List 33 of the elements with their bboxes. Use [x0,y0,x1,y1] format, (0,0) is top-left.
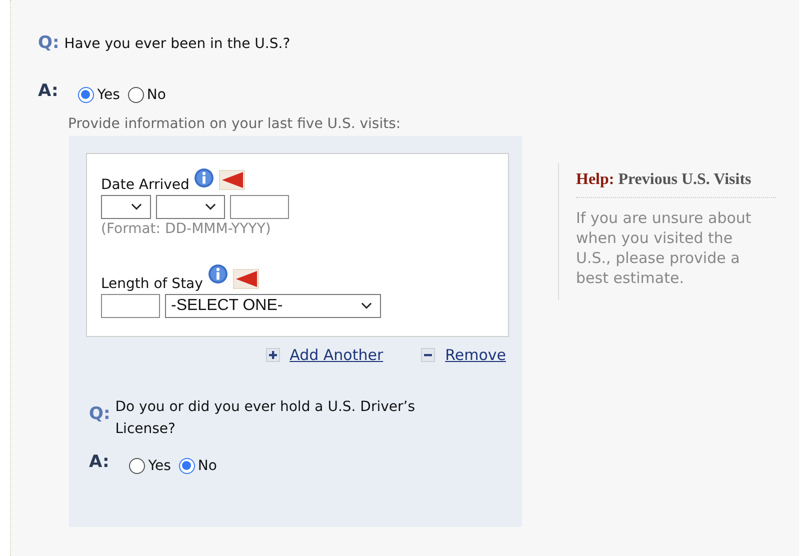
field-label: Length of Stay [101,275,203,293]
help-text: If you are unsure about when you visited the U.S., please provide a best estimate. [576,208,752,288]
radio-option[interactable]: Yes [129,458,171,474]
chevron-down-icon [361,302,372,310]
instruction-text: Provide information on your last five U.S. visits: [68,116,402,132]
question-mark-label: Q: [38,33,60,53]
radio-option[interactable]: No [178,458,217,474]
question-text: Have you ever been in the U.S.? [64,35,290,54]
chevron-down-icon [205,203,216,211]
radio-option[interactable]: Yes [78,87,120,103]
plus-icon[interactable] [266,348,280,362]
question-text: Do you or did you ever hold a U.S. Driver’s License? [115,398,416,439]
radio-option[interactable]: No [128,87,166,103]
arrow-marker-icon [232,269,259,289]
day-dropdown[interactable] [101,195,151,219]
info-icon[interactable] [208,264,228,284]
info-icon[interactable] [194,168,214,188]
length-input-field[interactable] [101,294,160,318]
minus-icon[interactable] [421,348,436,362]
add-another-link[interactable]: Add Another [290,346,384,364]
month-dropdown[interactable] [156,195,225,219]
help-title: Previous U.S. Visits [618,171,752,189]
unit-dropdown[interactable]: -SELECT ONE- [165,294,381,318]
remove-link[interactable]: Remove [445,346,506,364]
field-label: Date Arrived [101,176,190,194]
answer-mark-label: A: [89,452,110,472]
year-input-field[interactable] [230,195,289,219]
arrow-marker-icon [219,170,246,190]
question-mark-label: Q: [89,404,110,424]
help-label: Help: [576,171,614,189]
chevron-down-icon [131,203,142,211]
answer-mark-label: A: [38,81,58,101]
format-hint: (Format: DD-MMM-YYYY) [101,221,272,237]
